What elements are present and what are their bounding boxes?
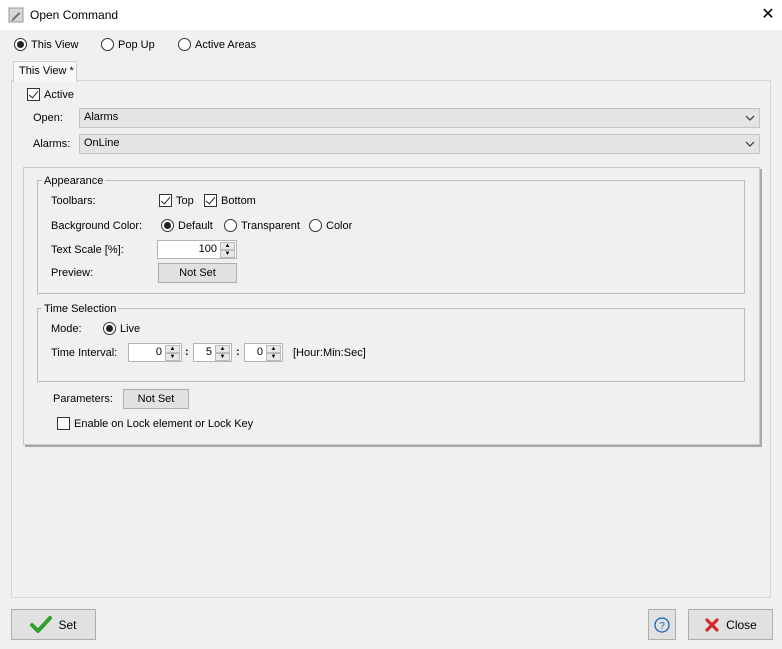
radio-pop-up[interactable]: Pop Up (101, 38, 155, 51)
active-checkbox[interactable]: Active (27, 88, 74, 101)
background-color-label: Background Color: (51, 220, 143, 232)
toolbar-top-label: Top (176, 194, 194, 207)
spin-down-icon[interactable]: ▼ (266, 353, 281, 361)
checkbox-indicator[interactable] (159, 194, 172, 207)
radio-indicator[interactable] (14, 38, 27, 51)
radio-indicator[interactable] (178, 38, 191, 51)
minutes-value: 5 (205, 346, 212, 358)
alarms-dropdown[interactable]: OnLine (79, 134, 760, 154)
spin-up-icon[interactable]: ▲ (215, 345, 230, 353)
appearance-legend: Appearance (42, 175, 106, 187)
radio-label: Default (178, 219, 213, 232)
appearance-group (37, 180, 745, 294)
preview-button[interactable]: Not Set (158, 263, 237, 283)
spin-up-icon[interactable]: ▲ (266, 345, 281, 353)
radio-live[interactable]: Live (103, 322, 140, 335)
parameters-label: Parameters: (53, 393, 113, 405)
radio-bg-transparent[interactable]: Transparent (224, 219, 300, 232)
open-dropdown[interactable]: Alarms (79, 108, 760, 128)
close-label: Close (726, 617, 757, 632)
text-scale-label: Text Scale [%]: (51, 244, 124, 256)
toolbars-label: Toolbars: (51, 195, 96, 207)
spin-down-icon[interactable]: ▼ (215, 353, 230, 361)
close-button[interactable]: Close (688, 609, 773, 640)
hours-value: 0 (155, 346, 162, 358)
spin-down-icon[interactable]: ▼ (165, 353, 180, 361)
help-icon: ? (654, 616, 670, 633)
text-scale-spinner[interactable]: 100 ▲ ▼ (157, 240, 237, 259)
red-x-icon (705, 617, 719, 632)
title-bar: Open Command ✕ (0, 0, 782, 30)
checkbox-indicator[interactable] (57, 417, 70, 430)
parameters-button[interactable]: Not Set (123, 389, 189, 409)
minutes-spinner[interactable]: 5 ▲ ▼ (193, 343, 232, 362)
set-button[interactable]: Set (11, 609, 96, 640)
time-selection-legend: Time Selection (42, 303, 119, 315)
spin-up-icon[interactable]: ▲ (165, 345, 180, 353)
close-icon[interactable]: ✕ (758, 5, 778, 25)
time-separator: : (185, 346, 189, 358)
pencil-icon (8, 7, 24, 23)
radio-this-view[interactable]: This View (14, 38, 78, 51)
open-label: Open: (33, 112, 63, 124)
spin-down-icon[interactable]: ▼ (220, 250, 235, 258)
lock-label: Enable on Lock element or Lock Key (74, 417, 254, 430)
radio-indicator[interactable] (161, 219, 174, 232)
window-title: Open Command (30, 8, 119, 22)
preview-label: Preview: (51, 267, 94, 279)
radio-label: Active Areas (195, 38, 257, 51)
chevron-down-icon (745, 115, 755, 121)
seconds-spinner[interactable]: 0 ▲ ▼ (244, 343, 283, 362)
hours-spinner[interactable]: 0 ▲ ▼ (128, 343, 182, 362)
radio-label: Transparent (241, 219, 300, 232)
radio-label: Color (326, 219, 353, 232)
help-button[interactable]: ? (648, 609, 676, 640)
tab-this-view[interactable]: This View * (13, 61, 77, 82)
alarms-value: OnLine (84, 137, 120, 149)
time-interval-label: Time Interval: (51, 347, 118, 359)
radio-indicator[interactable] (103, 322, 116, 335)
seconds-value: 0 (256, 346, 263, 358)
set-label: Set (58, 617, 77, 632)
checkmark-icon (30, 615, 53, 633)
checkbox-indicator[interactable] (204, 194, 217, 207)
radio-bg-default[interactable]: Default (161, 219, 213, 232)
lock-checkbox[interactable]: Enable on Lock element or Lock Key (57, 417, 253, 430)
time-unit-hint: [Hour:Min:Sec] (293, 347, 366, 359)
open-value: Alarms (84, 111, 119, 123)
radio-label: Live (120, 322, 141, 335)
active-label: Active (44, 88, 74, 101)
radio-indicator[interactable] (309, 219, 322, 232)
time-separator: : (236, 346, 240, 358)
checkbox-indicator[interactable] (27, 88, 40, 101)
mode-label: Mode: (51, 323, 82, 335)
spin-up-icon[interactable]: ▲ (220, 242, 235, 250)
radio-label: Pop Up (118, 38, 155, 51)
text-scale-value: 100 (198, 243, 217, 255)
toolbar-top-checkbox[interactable]: Top (159, 194, 194, 207)
radio-active-areas[interactable]: Active Areas (178, 38, 256, 51)
radio-bg-color[interactable]: Color (309, 219, 352, 232)
chevron-down-icon (745, 141, 755, 147)
radio-label: This View (31, 38, 79, 51)
svg-text:?: ? (659, 621, 665, 632)
toolbar-bottom-checkbox[interactable]: Bottom (204, 194, 256, 207)
radio-indicator[interactable] (101, 38, 114, 51)
toolbar-bottom-label: Bottom (221, 194, 256, 207)
radio-indicator[interactable] (224, 219, 237, 232)
alarms-label: Alarms: (33, 138, 71, 150)
